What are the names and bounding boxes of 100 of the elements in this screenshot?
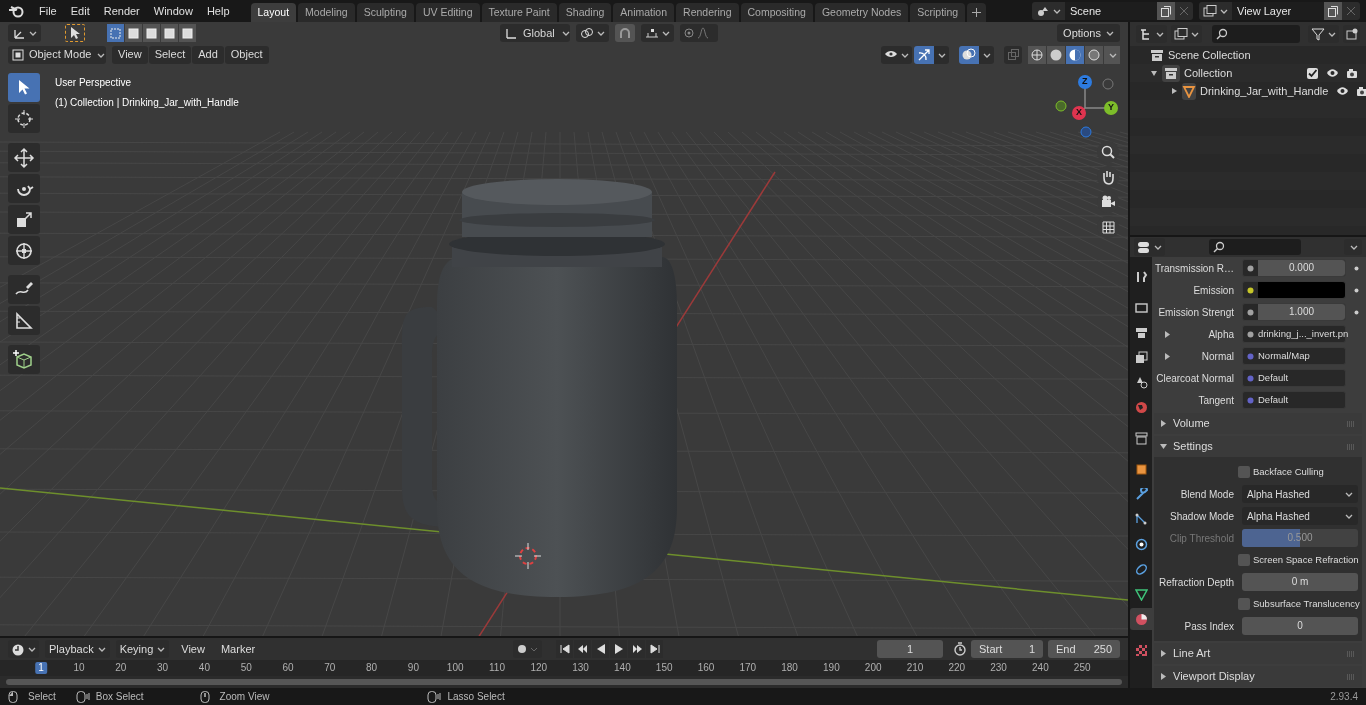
linked-input-field[interactable]: Default: [1242, 369, 1346, 387]
play-reverse-button[interactable]: [592, 640, 610, 658]
copy-button[interactable]: [1157, 2, 1175, 20]
linked-input-field[interactable]: drinking_j..._invert.pn: [1242, 325, 1346, 343]
axis-ball-icon[interactable]: [1104, 101, 1118, 115]
proportional-edit-button[interactable]: [680, 24, 718, 42]
number-field[interactable]: 0 m: [1242, 573, 1358, 591]
color-swatch[interactable]: [1258, 282, 1345, 298]
tool-button[interactable]: [8, 275, 40, 304]
checkbox[interactable]: [1238, 598, 1250, 610]
overlay-toggle[interactable]: [959, 45, 979, 64]
next-keyframe-button[interactable]: [628, 640, 646, 658]
selection-mode-button[interactable]: [125, 24, 142, 42]
options-dropdown[interactable]: Options: [1057, 24, 1120, 42]
previous-keyframe-button[interactable]: [574, 640, 592, 658]
timeline-scrollbar[interactable]: [6, 679, 1122, 685]
view-layer-field[interactable]: View Layer: [1232, 2, 1324, 20]
x-ray-toggle[interactable]: [1004, 45, 1022, 64]
checkbox[interactable]: [1238, 466, 1250, 478]
number-field[interactable]: 0: [1242, 617, 1358, 635]
eye-icon[interactable]: [1326, 68, 1339, 78]
new-collection-button[interactable]: [1343, 25, 1360, 43]
panel-header[interactable]: Viewport Display: [1173, 668, 1340, 685]
workspace-tab[interactable]: Layout: [250, 3, 297, 22]
camera-icon[interactable]: [1356, 85, 1366, 97]
selection-mode-button[interactable]: [179, 24, 196, 42]
display-mode-dropdown[interactable]: [1136, 25, 1167, 43]
outliner-item[interactable]: Drinking_Jar_with_Handle: [1200, 82, 1329, 100]
selection-mode-button[interactable]: [143, 24, 160, 42]
menu-item[interactable]: Window: [146, 0, 200, 22]
viewport-menu[interactable]: Object: [224, 45, 269, 64]
outliner-item[interactable]: Collection: [1184, 64, 1303, 82]
shading-options-button[interactable]: [1104, 45, 1120, 64]
tool-button[interactable]: [8, 104, 40, 133]
jump-to-start-button[interactable]: [556, 640, 574, 658]
end-frame-field[interactable]: End 250: [1048, 640, 1120, 658]
workspace-tab[interactable]: Sculpting: [356, 3, 414, 22]
image-stack-button[interactable]: [1199, 2, 1232, 20]
disclosure-triangle-icon[interactable]: [1170, 87, 1178, 95]
shading-mode-button[interactable]: [1085, 45, 1103, 64]
number-field[interactable]: 0.000: [1242, 259, 1346, 277]
tool-select-button[interactable]: [65, 24, 85, 42]
shading-mode-button[interactable]: [1047, 45, 1065, 64]
visibility-dropdown[interactable]: [881, 45, 912, 64]
tool-button[interactable]: [8, 205, 40, 234]
menu-item[interactable]: File: [32, 0, 64, 22]
options-dropdown[interactable]: [979, 45, 994, 64]
add-workspace-button[interactable]: [967, 3, 987, 22]
options-dropdown[interactable]: [934, 45, 949, 64]
play-button[interactable]: [610, 640, 628, 658]
auto-keying-toggle[interactable]: [513, 640, 543, 658]
disclosure-triangle-icon[interactable]: [1160, 443, 1167, 450]
tool-button[interactable]: [8, 143, 40, 172]
editor-type-button[interactable]: [8, 24, 41, 42]
panel-header[interactable]: Settings: [1173, 438, 1340, 455]
mode-dropdown[interactable]: Object Mode: [8, 45, 106, 64]
exclude-checkbox[interactable]: [1307, 67, 1318, 79]
orientation-dropdown[interactable]: Global: [500, 24, 570, 42]
start-frame-field[interactable]: Start 1: [971, 640, 1043, 658]
panel-header[interactable]: Volume: [1173, 415, 1340, 432]
linked-input-field[interactable]: Default: [1242, 391, 1346, 409]
selection-mode-button[interactable]: [161, 24, 178, 42]
pivot-dropdown[interactable]: [576, 24, 609, 42]
search-field[interactable]: [1212, 25, 1301, 43]
timeline-dropdown[interactable]: Keying: [115, 640, 170, 658]
workspace-tab[interactable]: Animation: [613, 3, 675, 22]
current-frame-field[interactable]: 1: [877, 640, 943, 658]
shading-mode-button[interactable]: [1066, 45, 1084, 64]
snap-toggle[interactable]: [615, 24, 635, 42]
viewport-menu[interactable]: View: [112, 45, 148, 64]
viewport-menu[interactable]: Select: [148, 45, 192, 64]
tool-button[interactable]: [8, 236, 40, 265]
tool-button[interactable]: [8, 306, 40, 335]
disclosure-triangle-icon[interactable]: [1150, 69, 1158, 77]
axis-ball-icon[interactable]: [1072, 106, 1086, 120]
disclosure-triangle-icon[interactable]: [1160, 420, 1167, 427]
context-dropdown[interactable]: [1134, 238, 1165, 256]
zoom-button[interactable]: [1097, 141, 1119, 163]
jump-to-end-button[interactable]: [646, 640, 664, 658]
scene-button[interactable]: [1032, 2, 1065, 20]
menu-item[interactable]: Help: [199, 0, 237, 22]
scene-field[interactable]: Scene: [1065, 2, 1157, 20]
menu-item[interactable]: Edit: [63, 0, 97, 22]
tool-button[interactable]: [8, 73, 40, 102]
gizmo-toggle[interactable]: [914, 45, 934, 64]
eye-icon[interactable]: [1336, 86, 1350, 96]
disclosure-triangle-icon[interactable]: [1160, 650, 1167, 657]
workspace-tab[interactable]: Scripting: [910, 3, 966, 22]
navigation-gizmo[interactable]: Z Y X: [1050, 74, 1122, 146]
timeline-menu[interactable]: View: [177, 640, 209, 658]
editor-type-button[interactable]: [8, 640, 39, 658]
options-dropdown[interactable]: [1344, 239, 1362, 255]
workspace-tab[interactable]: UV Editing: [415, 3, 480, 22]
timeline-dropdown[interactable]: Playback: [45, 640, 110, 658]
camera-icon[interactable]: [1346, 67, 1358, 79]
checkbox[interactable]: [1238, 554, 1250, 566]
playhead-frame[interactable]: 1: [35, 662, 47, 674]
copy-button[interactable]: [1324, 2, 1342, 20]
color-field[interactable]: [1242, 281, 1346, 299]
close-button[interactable]: [1342, 2, 1360, 20]
